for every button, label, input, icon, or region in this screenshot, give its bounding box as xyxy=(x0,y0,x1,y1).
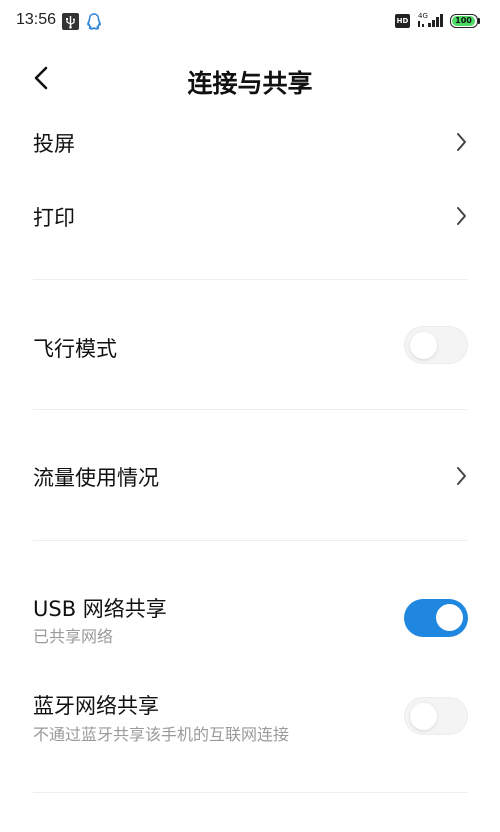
usb-tethering-label: USB 网络共享 xyxy=(33,597,167,621)
bluetooth-tethering-row: 蓝牙网络共享 不通过蓝牙共享该手机的互联网连接 xyxy=(0,678,500,758)
qq-icon xyxy=(85,12,103,31)
cast-row[interactable]: 投屏 xyxy=(0,110,500,174)
divider xyxy=(33,792,467,793)
usb-icon xyxy=(62,13,79,30)
bluetooth-tethering-toggle[interactable] xyxy=(404,697,468,735)
status-time: 13:56 xyxy=(16,11,57,28)
hd-icon: HD xyxy=(395,14,410,28)
battery-icon: 100 xyxy=(450,14,480,28)
header: 连接与共享 xyxy=(0,52,500,108)
usb-tethering-toggle[interactable] xyxy=(404,599,468,637)
chevron-right-icon xyxy=(455,205,469,227)
signal-icon: 4G xyxy=(416,11,444,31)
page-title: 连接与共享 xyxy=(187,69,313,98)
chevron-right-icon xyxy=(455,465,469,487)
print-label: 打印 xyxy=(33,206,75,230)
status-bar: 13:56 HD 4G 100 xyxy=(0,0,500,44)
chevron-right-icon xyxy=(455,131,469,153)
usb-tethering-subtitle: 已共享网络 xyxy=(33,627,114,646)
divider xyxy=(33,279,467,280)
airplane-mode-row: 飞行模式 xyxy=(0,310,500,382)
data-usage-row[interactable]: 流量使用情况 xyxy=(0,442,500,512)
divider xyxy=(33,540,467,541)
toggle-knob xyxy=(410,332,437,359)
print-row[interactable]: 打印 xyxy=(0,184,500,248)
airplane-mode-label: 飞行模式 xyxy=(33,337,117,361)
cast-label: 投屏 xyxy=(33,132,75,156)
toggle-knob xyxy=(410,703,437,730)
network-type-label: 4G xyxy=(418,12,428,20)
usb-tethering-row: USB 网络共享 已共享网络 xyxy=(0,580,500,660)
airplane-mode-toggle[interactable] xyxy=(404,326,468,364)
divider xyxy=(33,409,467,410)
data-usage-label: 流量使用情况 xyxy=(33,466,159,490)
bluetooth-tethering-label: 蓝牙网络共享 xyxy=(33,694,159,718)
toggle-knob xyxy=(436,604,463,631)
battery-level: 100 xyxy=(455,16,472,25)
bluetooth-tethering-subtitle: 不通过蓝牙共享该手机的互联网连接 xyxy=(33,725,290,744)
